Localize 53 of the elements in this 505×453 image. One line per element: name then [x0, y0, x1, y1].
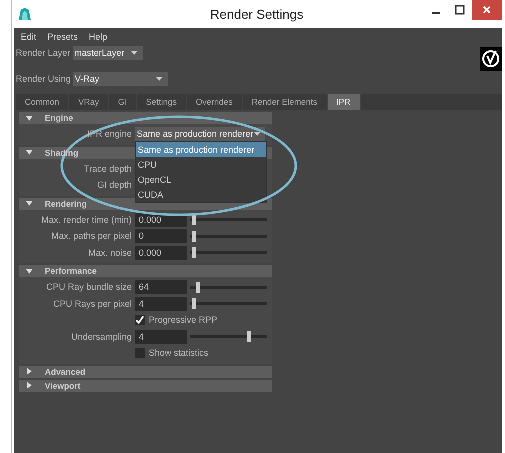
caret-icon — [156, 77, 164, 81]
maximize-icon — [455, 5, 465, 15]
checkbox-label: Progressive RPP — [149, 315, 218, 326]
menu-item[interactable]: Help — [89, 32, 108, 42]
caret-icon — [130, 51, 138, 55]
close-button[interactable] — [472, 0, 502, 20]
app-icon — [18, 7, 32, 21]
section-header[interactable]: Performance — [19, 265, 272, 277]
section-header[interactable]: Advanced — [19, 366, 272, 378]
checkbox[interactable] — [135, 315, 145, 326]
field-label: Max. render time (min) — [40, 214, 133, 225]
render-using-dropdown[interactable]: V-Ray — [73, 72, 168, 86]
dropdown-option[interactable]: OpenCL — [136, 172, 266, 187]
number-field[interactable]: 0.000 — [135, 246, 187, 260]
tab[interactable]: IPR — [328, 94, 361, 110]
render-layer-dropdown[interactable]: masterLayer — [72, 46, 143, 60]
window-title: Render Settings — [209, 6, 305, 22]
field-label: GI depth — [96, 180, 133, 190]
collapse-triangle-icon — [26, 149, 33, 156]
menu-item[interactable]: Presets — [48, 32, 78, 42]
slider-thumb[interactable] — [192, 230, 196, 242]
collapse-triangle-icon — [26, 268, 33, 274]
collapse-triangle-icon — [26, 114, 33, 122]
slider-thumb[interactable] — [196, 282, 200, 293]
caret-icon — [254, 132, 261, 136]
render-using-label: Render Using — [16, 74, 72, 84]
field-label: Undersampling — [70, 332, 133, 342]
minimize-icon — [432, 12, 440, 14]
section-header[interactable]: Engine — [19, 112, 272, 124]
section-header[interactable]: Viewport — [19, 380, 272, 392]
field-label: Trace depth — [83, 164, 133, 174]
render-layer-label: Render Layer — [16, 48, 71, 58]
number-field[interactable]: 64 — [135, 280, 187, 294]
logo-icon — [480, 47, 502, 71]
field-label: Max. paths per pixel — [50, 231, 133, 242]
dropdown-option[interactable]: Same as production renderer — [136, 142, 266, 157]
field-label: Max. noise — [87, 248, 133, 258]
menu-item[interactable]: Edit — [21, 32, 37, 42]
number-field[interactable]: 4 — [135, 330, 187, 344]
field-label: CPU Rays per pixel — [52, 298, 133, 309]
slider-thumb[interactable] — [192, 298, 196, 310]
checkbox-label: Show statistics — [149, 348, 209, 358]
close-icon — [482, 5, 492, 15]
checkbox[interactable] — [135, 348, 145, 358]
number-field[interactable]: 0 — [135, 229, 187, 244]
slider-thumb[interactable] — [192, 214, 196, 226]
dropdown-option[interactable]: CPU — [136, 157, 266, 172]
slider-thumb[interactable] — [192, 247, 196, 258]
slider-thumb[interactable] — [247, 331, 252, 342]
ipr-engine-dropdown[interactable]: Same as production renderer — [135, 127, 265, 142]
field-label: CPU Ray bundle size — [45, 282, 133, 292]
collapse-triangle-icon — [26, 200, 33, 207]
number-field[interactable]: 4 — [135, 296, 187, 311]
